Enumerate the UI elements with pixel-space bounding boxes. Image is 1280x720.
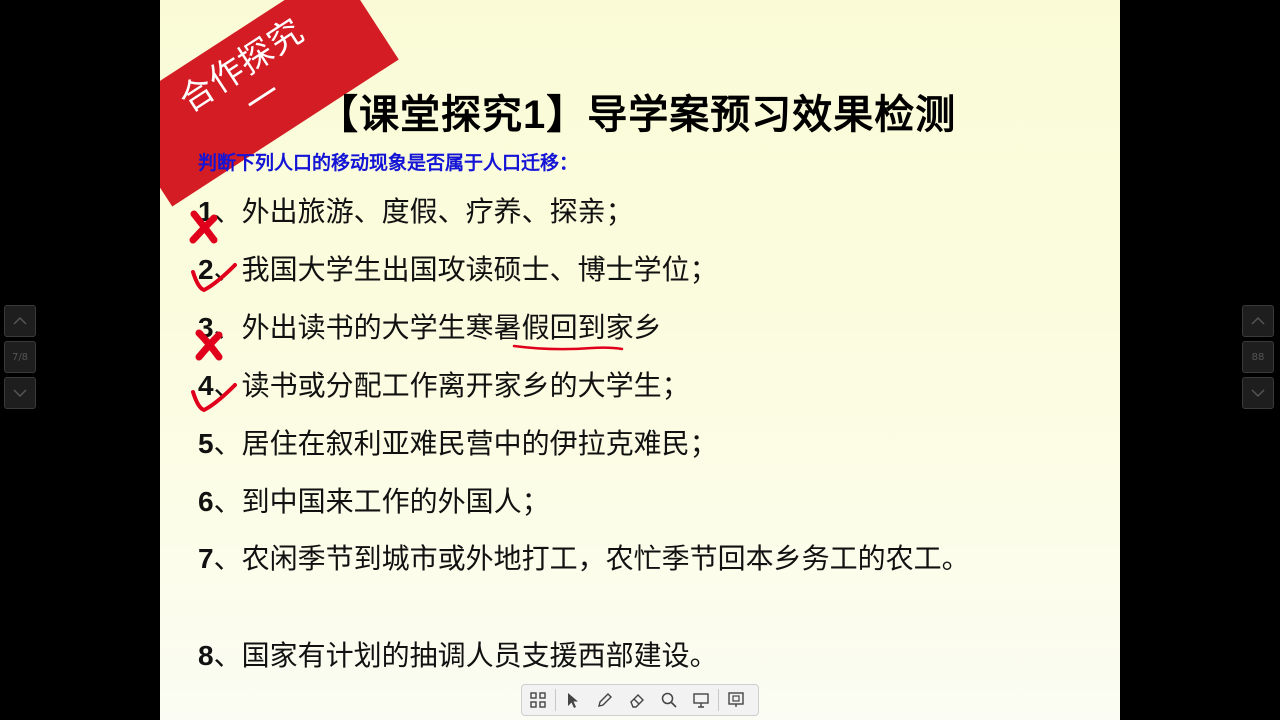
pen-icon — [598, 693, 612, 707]
presenter-view-button[interactable] — [720, 685, 752, 715]
toolbar-divider — [718, 689, 719, 711]
item-text: 、读书或分配工作离开家乡的大学生； — [213, 369, 690, 402]
item-text: 、外出旅游、度假、疗养、探亲； — [213, 195, 634, 228]
item-text: 、国家有计划的抽调人员支援西部建设。 — [213, 639, 718, 672]
screen-icon — [693, 693, 709, 708]
grid-view-button[interactable] — [522, 685, 554, 715]
check-mark-icon — [191, 383, 237, 413]
slide: 合作探究 一 【课堂探究1】导学案预习效果检测 判断下列人口的移动现象是否属于人… — [160, 0, 1120, 720]
right-side-controls: 88 — [1242, 305, 1276, 411]
presenter-icon — [728, 692, 744, 707]
pointer-icon — [568, 693, 578, 708]
cross-mark-icon — [189, 210, 218, 244]
right-page-indicator: 88 — [1242, 341, 1274, 373]
item-number: 5 — [198, 428, 214, 459]
screen-button[interactable] — [685, 685, 717, 715]
left-prev-button[interactable] — [4, 305, 36, 337]
list-item: 4、读书或分配工作离开家乡的大学生； — [198, 364, 1038, 408]
slide-subtitle: 判断下列人口的移动现象是否属于人口迁移： — [198, 152, 579, 174]
list-item: 8、国家有计划的抽调人员支援西部建设。 — [198, 634, 1038, 678]
right-next-button[interactable] — [1242, 377, 1274, 409]
chevron-up-icon — [1251, 316, 1265, 325]
left-next-button[interactable] — [4, 377, 36, 409]
item-text: 、我国大学生出国攻读硕士、博士学位； — [213, 253, 718, 286]
list-item: 1、外出旅游、度假、疗养、探亲； — [198, 190, 1038, 234]
cross-mark-icon — [195, 329, 223, 361]
pointer-button[interactable] — [557, 685, 589, 715]
slide-title: 【课堂探究1】导学案预习效果检测 — [318, 93, 957, 137]
item-text: 、农闲季节到城市或外地打工，农忙季节回本乡务工的农工。 — [213, 542, 970, 575]
chevron-down-icon — [1251, 389, 1265, 398]
eraser-icon — [630, 694, 644, 708]
left-page-indicator: 7/8 — [4, 341, 36, 373]
presentation-toolbar — [521, 684, 759, 716]
list-item: 2、我国大学生出国攻读硕士、博士学位； — [198, 248, 1038, 292]
zoom-button[interactable] — [653, 685, 685, 715]
list-item: 5、居住在叙利亚难民营中的伊拉克难民； — [198, 422, 1038, 466]
chevron-down-icon — [13, 389, 27, 398]
item-text: 、居住在叙利亚难民营中的伊拉克难民； — [213, 427, 718, 460]
grid-icon — [530, 692, 546, 708]
left-side-controls: 7/8 — [4, 305, 38, 411]
underline-annotation — [512, 344, 624, 351]
item-text: 、到中国来工作的外国人； — [213, 485, 550, 518]
list-item: 6、到中国来工作的外国人； — [198, 480, 1038, 524]
pen-button[interactable] — [589, 685, 621, 715]
list-item: 7、农闲季节到城市或外地打工，农忙季节回本乡务工的农工。 — [198, 538, 1028, 580]
item-number: 8 — [198, 640, 214, 671]
chevron-up-icon — [13, 316, 27, 325]
item-number: 6 — [198, 486, 214, 517]
search-icon — [661, 692, 677, 708]
item-number: 7 — [198, 543, 214, 574]
toolbar-divider — [555, 689, 556, 711]
check-mark-icon — [191, 263, 237, 293]
eraser-button[interactable] — [621, 685, 653, 715]
right-prev-button[interactable] — [1242, 305, 1274, 337]
